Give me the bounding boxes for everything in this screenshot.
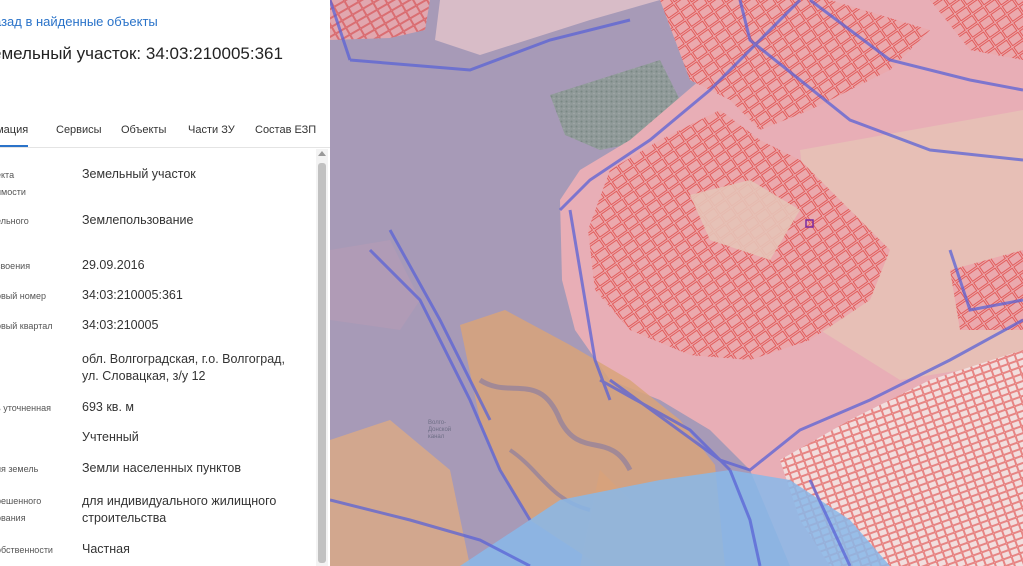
row-ownership-label: обственности (0, 545, 53, 555)
row-land-category-value: Земли населенных пунктов (82, 461, 241, 475)
back-to-results-link[interactable]: азад в найденные объекты (0, 14, 158, 29)
row-permitted-use-label: ования (0, 513, 26, 523)
row-permitted-use-label: решенного (0, 496, 42, 506)
panel-scrollbar[interactable] (316, 149, 328, 566)
tab-parcel-parts[interactable]: Части ЗУ (188, 124, 235, 136)
tab-information[interactable]: омация (0, 124, 29, 147)
row-permitted-use-value: строительства (82, 511, 167, 525)
tab-ezp-composition[interactable]: Состав ЕЗП (255, 124, 316, 136)
info-panel: азад в найденные объекты емельный участо… (0, 0, 330, 566)
row-parcel-type-label: ельного (0, 216, 29, 226)
row-object-type-label: имости (0, 187, 26, 197)
row-address-value: обл. Волгоградская, г.о. Волгоград, (82, 352, 285, 366)
row-area-label: ь уточненная (0, 403, 52, 413)
row-cadastral-block-value: 34:03:210005 (82, 318, 159, 332)
canal-label: Волго- Донской канал (428, 420, 452, 440)
map-canvas[interactable] (330, 0, 1023, 566)
row-ownership-value: Частная (82, 542, 130, 556)
row-permitted-use-value: для индивидуального жилищного (82, 494, 277, 508)
row-assign-date-value: 29.09.2016 (82, 258, 145, 272)
row-assign-date-label: своения (0, 261, 31, 271)
row-address-value: ул. Словацкая, з/у 12 (82, 369, 206, 383)
row-object-type-label: екта (0, 170, 15, 180)
row-parcel-type-value: Землепользование (82, 213, 194, 227)
tab-bar: омация Сервисы Объекты Части ЗУ Состав Е… (0, 122, 330, 148)
row-cadastral-block-label: овый квартал (0, 321, 53, 331)
tab-objects[interactable]: Объекты (121, 124, 166, 136)
tab-services[interactable]: Сервисы (56, 124, 102, 136)
cadastral-map[interactable]: Волго- Донской канал (330, 0, 1023, 566)
row-status-value: Учтенный (82, 430, 139, 444)
page-title: емельный участок: 34:03:210005:361 (0, 44, 283, 63)
row-object-type-value: Земельный участок (82, 167, 196, 181)
row-area-value: 693 кв. м (82, 400, 134, 414)
scroll-thumb[interactable] (318, 163, 326, 563)
scroll-up-arrow-icon[interactable] (318, 151, 326, 156)
row-cadastral-number-label: овый номер (0, 291, 46, 301)
row-cadastral-number-value: 34:03:210005:361 (82, 288, 183, 302)
row-land-category-label: ия земель (0, 464, 39, 474)
